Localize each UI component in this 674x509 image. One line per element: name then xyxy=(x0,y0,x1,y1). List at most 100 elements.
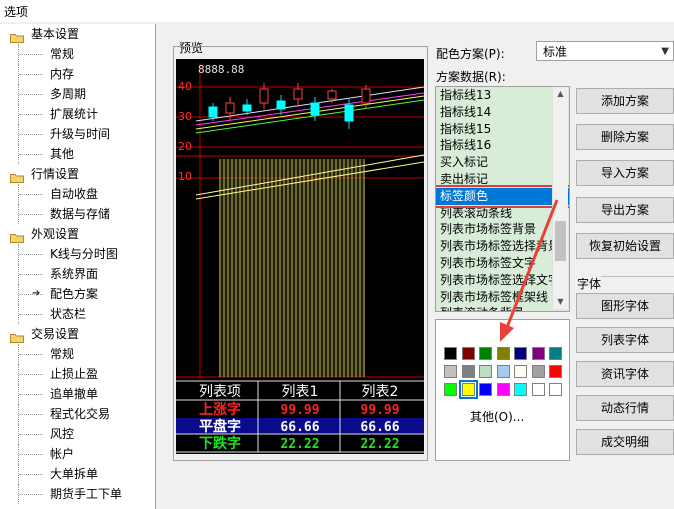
graph-font-button[interactable]: 图形字体 xyxy=(576,293,674,319)
candle-body xyxy=(242,104,252,112)
color-swatch[interactable] xyxy=(444,383,457,396)
tree-item-label: 追单撤单 xyxy=(50,387,99,401)
tree-item[interactable]: 自动收盘 xyxy=(0,184,155,204)
tree-category[interactable]: 行情设置 xyxy=(0,164,155,184)
preview-table-header: 列表1 xyxy=(282,384,319,400)
color-swatch[interactable] xyxy=(531,383,545,396)
tree-connector xyxy=(18,124,47,144)
tree-item[interactable]: 期货手工下单 xyxy=(0,484,155,504)
color-scheme-select[interactable]: 标准 ▼ xyxy=(536,41,674,61)
color-swatch[interactable] xyxy=(531,365,545,378)
tree-item[interactable]: K线与分时图 xyxy=(0,244,155,264)
tree-item[interactable]: 常规 xyxy=(0,44,155,64)
tree-connector xyxy=(18,84,47,104)
tree-item[interactable]: 状态栏 xyxy=(0,304,155,324)
color-swatch[interactable] xyxy=(514,383,527,396)
dynamic-quote-button[interactable]: 动态行情 xyxy=(576,395,674,421)
scheme-list-item[interactable]: 买入标记 xyxy=(436,154,569,171)
tree-item-label: 多周期 xyxy=(50,87,87,101)
axis-label: 10 xyxy=(178,170,192,183)
folder-icon xyxy=(10,229,24,243)
tree-connector xyxy=(18,364,47,384)
other-color-button[interactable]: 其他(O)... xyxy=(470,408,524,425)
tree-item-label: 系统界面 xyxy=(50,267,99,281)
restore-default-button[interactable]: 恢复初始设置 xyxy=(576,233,674,259)
import-scheme-button[interactable]: 导入方案 xyxy=(576,160,674,186)
trade-detail-button[interactable]: 成交明细 xyxy=(576,429,674,455)
color-swatch[interactable] xyxy=(461,347,475,360)
preview-table-header: 列表项 xyxy=(199,384,241,400)
preview-chart: 40 30 20 10 8888.88 列表项 列表1 列表2 上涨字 99.99 99.99 平… xyxy=(176,59,425,454)
tree-item-label: 止损止盈 xyxy=(50,367,99,381)
tree-category[interactable]: 外观设置 xyxy=(0,224,155,244)
title-bar: 选项 xyxy=(0,0,674,22)
export-scheme-button[interactable]: 导出方案 xyxy=(576,197,674,223)
tree-item-label: 外观设置 xyxy=(31,227,80,241)
tree-item[interactable]: 帐户 xyxy=(0,444,155,464)
scheme-list-item[interactable]: 指标线16 xyxy=(436,137,569,154)
candle-body xyxy=(293,88,303,100)
folder-icon xyxy=(10,29,24,43)
scheme-list-item[interactable]: 卖出标记 xyxy=(436,171,569,188)
color-swatch[interactable] xyxy=(461,365,475,378)
annotation-arrow xyxy=(500,199,559,342)
tree-category[interactable]: 交易设置 xyxy=(0,324,155,344)
preview-row-value: 99.99 xyxy=(360,403,399,418)
tree-item[interactable]: 升级与时间 xyxy=(0,124,155,144)
tree-connector xyxy=(18,204,47,224)
scheme-list-item[interactable]: 指标线14 xyxy=(436,104,569,121)
preview-row-value: 66.66 xyxy=(280,420,319,435)
tree-item[interactable]: 多周期 xyxy=(0,84,155,104)
preview-row-label: 上涨字 xyxy=(199,401,241,418)
tree-connector xyxy=(18,264,47,284)
folder-icon xyxy=(10,169,24,183)
color-swatch[interactable] xyxy=(479,383,492,396)
info-font-button[interactable]: 资讯字体 xyxy=(576,361,674,387)
font-section-divider xyxy=(601,276,674,277)
color-swatch[interactable] xyxy=(479,365,492,378)
color-scheme-label: 配色方案(P): xyxy=(436,47,505,61)
scheme-list-item[interactable]: 指标线15 xyxy=(436,121,569,138)
color-swatch[interactable] xyxy=(496,383,510,396)
candle-body xyxy=(276,100,286,110)
folder-icon xyxy=(10,329,24,343)
color-swatch[interactable] xyxy=(549,383,562,396)
color-swatch[interactable] xyxy=(496,365,510,378)
color-swatch[interactable] xyxy=(444,347,457,360)
scheme-list-item[interactable]: 指标线13 xyxy=(436,87,569,104)
tree-item[interactable]: 数据与存储 xyxy=(0,204,155,224)
color-swatch[interactable] xyxy=(549,365,562,378)
tree-item[interactable]: 大单拆单 xyxy=(0,464,155,484)
settings-tree[interactable]: 基本设置 常规 内存 多周期 扩展统计 升级与时间 其他 行情设置 自动收盘 数据与存储 外观设置 K… xyxy=(0,24,156,509)
list-font-button[interactable]: 列表字体 xyxy=(576,327,674,353)
chevron-down-icon: ▼ xyxy=(661,46,669,57)
tree-item-label: 内存 xyxy=(50,67,75,81)
tree-item[interactable]: 风控 xyxy=(0,424,155,444)
color-swatch[interactable] xyxy=(458,380,478,399)
tree-item-label: 大单拆单 xyxy=(50,467,99,481)
add-scheme-button[interactable]: 添加方案 xyxy=(576,88,674,114)
tree-item[interactable]: 程式化交易 xyxy=(0,404,155,424)
color-swatch[interactable] xyxy=(514,365,527,378)
tree-item[interactable]: 常规 xyxy=(0,344,155,364)
tree-item[interactable]: 扩展统计 xyxy=(0,104,155,124)
tree-item[interactable]: 系统界面 xyxy=(0,264,155,284)
color-swatch[interactable] xyxy=(444,365,457,378)
candle-body xyxy=(259,88,269,104)
candle-body xyxy=(225,102,235,114)
tree-connector xyxy=(18,44,47,64)
tree-item-label: 升级与时间 xyxy=(50,127,111,141)
tree-item-label: 基本设置 xyxy=(31,27,80,41)
tree-item[interactable]: 内存 xyxy=(0,64,155,84)
candle-body xyxy=(361,88,371,104)
tree-connector xyxy=(18,244,47,264)
scroll-up-icon[interactable]: ▲ xyxy=(553,87,568,101)
delete-scheme-button[interactable]: 删除方案 xyxy=(576,124,674,150)
tree-item-label: 风控 xyxy=(50,427,75,441)
tree-category[interactable]: 基本设置 xyxy=(0,24,155,44)
tree-connector xyxy=(18,484,47,504)
tree-item[interactable]: 追单撤单 xyxy=(0,384,155,404)
tree-item[interactable]: ➔ 配色方案 xyxy=(0,284,155,304)
tree-item[interactable]: 止损止盈 xyxy=(0,364,155,384)
tree-item[interactable]: 其他 xyxy=(0,144,155,164)
